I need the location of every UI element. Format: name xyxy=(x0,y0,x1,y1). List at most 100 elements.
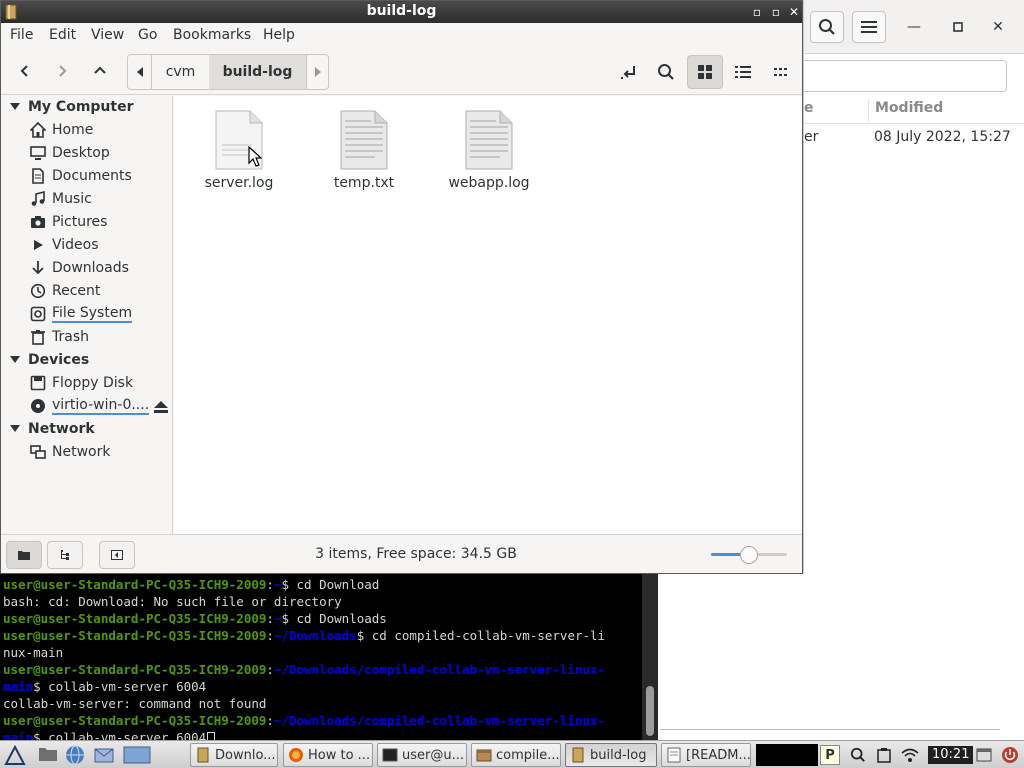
minimize-button[interactable]: — xyxy=(903,16,925,38)
terminal-window[interactable]: user@user-Standard-PC-Q35-ICH9-2009:~$ c… xyxy=(0,574,658,740)
taskbar-item-label: [READM... xyxy=(686,747,751,763)
path-scroll-right-button[interactable] xyxy=(306,55,328,89)
header-separator xyxy=(804,123,1024,124)
taskbar-item-downloads[interactable]: Downlo... xyxy=(190,743,278,767)
up-button[interactable] xyxy=(84,56,116,86)
path-segment-build-log[interactable]: build-log xyxy=(209,55,306,89)
search-icon xyxy=(850,747,865,762)
file-item-temp-txt[interactable]: temp.txt xyxy=(314,110,414,191)
taskbar-item-build-log[interactable]: build-log xyxy=(565,743,657,767)
globe-icon xyxy=(66,745,84,765)
file-manager-launcher[interactable] xyxy=(38,744,58,766)
path-segment-cvm[interactable]: cvm xyxy=(152,55,209,89)
row-modified-cell[interactable]: 08 July 2022, 15:27 xyxy=(874,129,1011,145)
eject-button[interactable] xyxy=(153,400,169,414)
menu-help[interactable]: Help xyxy=(263,27,295,43)
sidebar-item-label: Recent xyxy=(52,283,101,299)
show-desktop-button[interactable] xyxy=(122,744,152,766)
toggle-location-button[interactable] xyxy=(611,55,647,89)
taskbar-item-terminal[interactable]: user@u... xyxy=(377,743,467,767)
tray-window-list[interactable] xyxy=(974,745,994,765)
close-button[interactable]: ✕ xyxy=(987,16,1009,38)
tray-network[interactable] xyxy=(900,745,920,765)
sidebar-item-videos[interactable]: Videos xyxy=(30,235,99,255)
terminal-path: ~/Downloads xyxy=(273,628,357,643)
compact-view-button[interactable] xyxy=(763,55,799,89)
terminal-prompt: user@user-Standard-PC-Q35-ICH9-2009 xyxy=(3,662,267,677)
window-title: build-log xyxy=(366,3,437,19)
sidebar-item-recent[interactable]: Recent xyxy=(30,281,100,301)
menu-file[interactable]: File xyxy=(10,27,33,43)
sidebar-item-virtio-win[interactable]: virtio-win-0.... xyxy=(30,396,150,416)
browser-launcher[interactable] xyxy=(64,744,86,766)
taskbar-item-readme[interactable]: [READM... xyxy=(661,743,751,767)
zoom-slider-handle[interactable] xyxy=(740,546,758,564)
sidebar-item-label: Documents xyxy=(52,168,132,184)
tray-p-indicator[interactable]: P xyxy=(820,745,840,765)
menu-go[interactable]: Go xyxy=(138,27,157,43)
sidebar-section-network[interactable]: Network xyxy=(9,419,95,439)
title-bar[interactable]: build-log ▫ ▫ ✕ xyxy=(1,1,802,23)
file-item-server-log[interactable]: server.log xyxy=(189,110,289,191)
terminal-path: ~/Downloads/compiled-collab-vm-server-li… xyxy=(273,662,606,677)
sidebar-item-home[interactable]: Home xyxy=(30,120,93,140)
file-view[interactable]: server.log temp.txt webapp.log xyxy=(174,96,802,534)
sidebar-toggle-icon xyxy=(111,550,123,560)
tray-search[interactable] xyxy=(848,745,868,765)
tray-clipboard[interactable] xyxy=(874,745,894,765)
terminal-line: collab-vm-server: command not found xyxy=(3,696,267,711)
terminal-command: $ cd compiled-collab-vm-server-li xyxy=(356,628,606,643)
path-scroll-left-button[interactable] xyxy=(128,55,152,89)
list-view-button[interactable] xyxy=(725,55,761,89)
menu-button[interactable] xyxy=(852,11,886,43)
file-item-webapp-log[interactable]: webapp.log xyxy=(439,110,539,191)
row-name-cell[interactable]: er xyxy=(804,129,818,145)
power-button[interactable] xyxy=(1000,745,1020,765)
search-button[interactable] xyxy=(810,11,844,43)
terminal-scrollbar[interactable] xyxy=(642,574,658,740)
clock[interactable]: 10:21 xyxy=(928,746,974,764)
taskbar-item-browser[interactable]: How to ... xyxy=(283,743,373,767)
minimize-button[interactable]: ▫ xyxy=(749,4,765,20)
terminal-line: bash: cd: Download: No such file or dire… xyxy=(3,594,342,609)
sidebar-item-floppy-disk[interactable]: Floppy Disk xyxy=(30,373,133,393)
maximize-button[interactable]: ▫ xyxy=(768,4,784,20)
file-manager-window[interactable]: build-log ▫ ▫ ✕ File Edit View Go Bookma… xyxy=(0,0,803,574)
column-header-name[interactable]: e xyxy=(804,100,814,122)
clipboard-icon xyxy=(877,748,891,763)
show-tree-button[interactable] xyxy=(47,541,83,569)
terminal-prompt: user@user-Standard-PC-Q35-ICH9-2009 xyxy=(3,628,267,643)
terminal-command: $ collab-vm-server 6004 xyxy=(33,679,207,694)
location-entry[interactable] xyxy=(804,60,1007,92)
toolbar: cvm build-log xyxy=(1,48,802,95)
sidebar-item-file-system[interactable]: File System xyxy=(30,304,133,324)
sidebar-section-my-computer[interactable]: My Computer xyxy=(9,97,134,117)
scrollbar-thumb[interactable] xyxy=(646,686,654,736)
mail-launcher[interactable] xyxy=(93,744,115,766)
menu-edit[interactable]: Edit xyxy=(49,27,76,43)
show-places-button[interactable] xyxy=(6,541,42,569)
sidebar-item-trash[interactable]: Trash xyxy=(30,327,89,347)
forward-button[interactable] xyxy=(46,56,78,86)
expander-down-icon xyxy=(10,103,20,110)
icon-view-button[interactable] xyxy=(687,55,723,89)
start-menu-button[interactable] xyxy=(4,744,26,766)
sidebar-item-desktop[interactable]: Desktop xyxy=(30,143,110,163)
zoom-slider[interactable] xyxy=(711,546,787,564)
maximize-button[interactable] xyxy=(947,16,969,38)
search-button[interactable] xyxy=(648,55,684,89)
sidebar-item-documents[interactable]: Documents xyxy=(30,166,132,186)
videos-icon xyxy=(34,240,43,250)
menu-view[interactable]: View xyxy=(91,27,124,43)
sidebar-section-devices[interactable]: Devices xyxy=(9,350,89,370)
sidebar-item-downloads[interactable]: Downloads xyxy=(30,258,129,278)
menu-bookmarks[interactable]: Bookmarks xyxy=(173,27,251,43)
sidebar-item-music[interactable]: Music xyxy=(30,189,92,209)
sidebar-item-pictures[interactable]: Pictures xyxy=(30,212,107,232)
close-button[interactable]: ✕ xyxy=(786,4,802,20)
toggle-sidebar-button[interactable] xyxy=(99,541,135,569)
taskbar-item-archive[interactable]: compile... xyxy=(471,743,561,767)
back-button[interactable] xyxy=(9,56,41,86)
sidebar-item-network[interactable]: Network xyxy=(30,442,110,462)
column-header-modified[interactable]: Modified xyxy=(875,100,943,122)
